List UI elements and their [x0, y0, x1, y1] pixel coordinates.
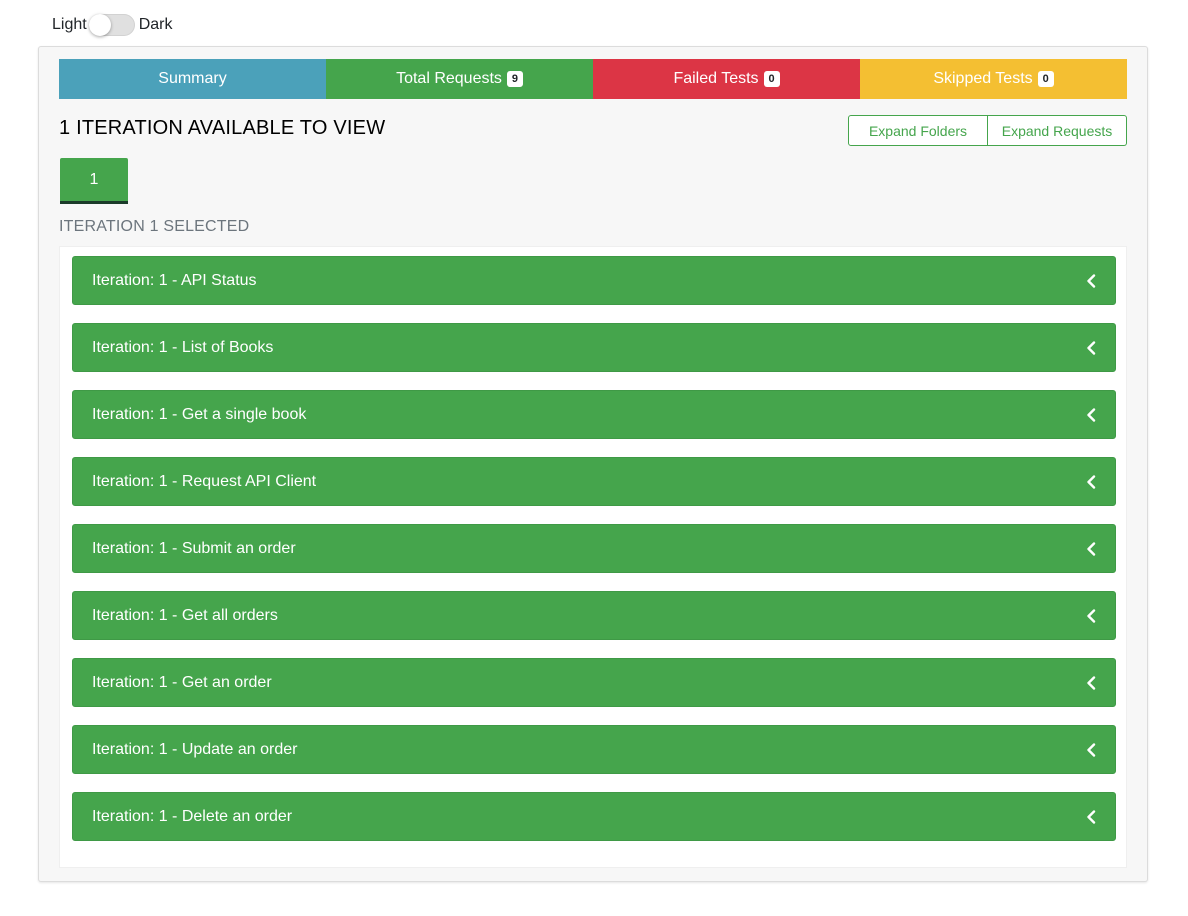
iteration-tab-1[interactable]: 1 — [60, 158, 128, 204]
request-item[interactable]: Iteration: 1 - List of Books — [72, 323, 1116, 372]
chevron-left-icon[interactable] — [1085, 407, 1097, 422]
tab-summary-label: Summary — [158, 70, 227, 87]
total-requests-badge: 9 — [506, 71, 523, 87]
chevron-left-icon[interactable] — [1085, 608, 1097, 623]
request-title: Iteration: 1 - Update an order — [92, 740, 298, 758]
request-item[interactable]: Iteration: 1 - Get an order — [72, 658, 1116, 707]
iterations-heading: 1 ITERATION AVAILABLE TO VIEW — [59, 117, 386, 139]
failed-tests-badge: 0 — [763, 71, 780, 87]
tab-failed-tests[interactable]: Failed Tests 0 — [593, 59, 860, 99]
chevron-left-icon[interactable] — [1085, 273, 1097, 288]
tab-total-requests[interactable]: Total Requests 9 — [326, 59, 593, 99]
chevron-left-icon[interactable] — [1085, 809, 1097, 824]
request-title: Iteration: 1 - API Status — [92, 271, 257, 289]
theme-light-label: Light — [52, 16, 87, 33]
skipped-tests-badge: 0 — [1037, 71, 1054, 87]
expand-folders-button[interactable]: Expand Folders — [848, 115, 988, 146]
requests-panel: Iteration: 1 - API Status Iteration: 1 -… — [59, 246, 1127, 868]
theme-switch[interactable] — [88, 14, 135, 36]
tab-skipped-tests-label: Skipped Tests — [933, 70, 1033, 87]
request-item[interactable]: Iteration: 1 - Get a single book — [72, 390, 1116, 439]
tab-failed-tests-label: Failed Tests — [673, 70, 759, 87]
expand-button-group: Expand Folders Expand Requests — [848, 115, 1127, 146]
summary-tabs: Summary Total Requests 9 Failed Tests 0 … — [59, 59, 1127, 99]
request-title: Iteration: 1 - Submit an order — [92, 539, 296, 557]
request-title: Iteration: 1 - Get a single book — [92, 405, 307, 423]
request-item[interactable]: Iteration: 1 - Delete an order — [72, 792, 1116, 841]
theme-switch-knob[interactable] — [88, 14, 111, 36]
chevron-left-icon[interactable] — [1085, 675, 1097, 690]
tab-summary[interactable]: Summary — [59, 59, 326, 99]
chevron-left-icon[interactable] — [1085, 340, 1097, 355]
request-title: Iteration: 1 - Request API Client — [92, 472, 317, 490]
request-item[interactable]: Iteration: 1 - Submit an order — [72, 524, 1116, 573]
iteration-selected-label: ITERATION 1 SELECTED — [59, 218, 250, 235]
chevron-left-icon[interactable] — [1085, 742, 1097, 757]
theme-dark-label: Dark — [138, 16, 173, 33]
chevron-left-icon[interactable] — [1085, 541, 1097, 556]
request-item[interactable]: Iteration: 1 - Request API Client — [72, 457, 1116, 506]
request-item[interactable]: Iteration: 1 - Get all orders — [72, 591, 1116, 640]
expand-requests-button[interactable]: Expand Requests — [988, 115, 1127, 146]
request-item[interactable]: Iteration: 1 - Update an order — [72, 725, 1116, 774]
tab-skipped-tests[interactable]: Skipped Tests 0 — [860, 59, 1127, 99]
tab-total-requests-label: Total Requests — [396, 70, 502, 87]
chevron-left-icon[interactable] — [1085, 474, 1097, 489]
request-item[interactable]: Iteration: 1 - API Status — [72, 256, 1116, 305]
theme-toggle: Light Dark — [52, 13, 172, 37]
request-title: Iteration: 1 - List of Books — [92, 338, 274, 356]
report-card: Summary Total Requests 9 Failed Tests 0 … — [38, 46, 1148, 882]
request-title: Iteration: 1 - Get all orders — [92, 606, 278, 624]
request-title: Iteration: 1 - Get an order — [92, 673, 272, 691]
request-title: Iteration: 1 - Delete an order — [92, 807, 293, 825]
request-list: Iteration: 1 - API Status Iteration: 1 -… — [72, 256, 1116, 859]
